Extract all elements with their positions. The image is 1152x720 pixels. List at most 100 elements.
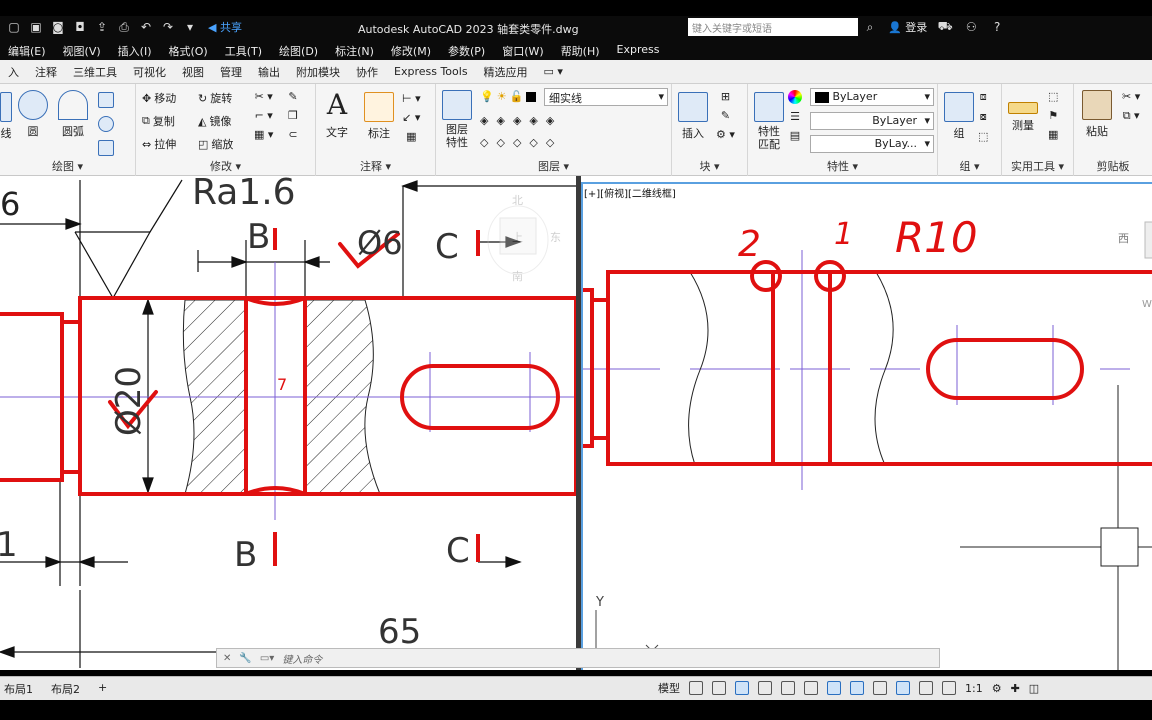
redo-icon[interactable]: ↷ [160,19,176,35]
ribbon-tab[interactable]: 可视化 [125,64,174,80]
object-snap-tracking-icon[interactable] [827,681,841,695]
circle-tool[interactable]: 圆 [18,90,48,139]
login-button[interactable]: 👤 登录 [888,19,927,35]
isolate-objects-icon[interactable]: ◫ [1029,682,1039,695]
modify-extra-tools[interactable]: ✎ ❒ ⊂ [288,90,298,141]
layer-tools-row1[interactable]: ◈ ◈ ◈ ◈ ◈ [480,114,554,127]
draw-panel-title[interactable]: 绘图 ▾ [0,158,135,174]
paste-button[interactable]: 粘贴 [1082,90,1112,139]
polar-tracking-icon[interactable] [781,681,795,695]
ribbon-tab[interactable]: 协作 [348,64,386,80]
menu-item[interactable]: 绘图(D) [271,40,327,60]
layout-tab-2[interactable]: 布局2 [51,681,80,697]
properties-panel-title[interactable]: 特性 ▾ [748,158,937,174]
ribbon-tab[interactable]: 入 [0,64,27,80]
rotate-tool[interactable]: ↻ 旋转 [198,90,232,106]
lineweight-dropdown[interactable]: ByLay... ▾ [810,135,934,153]
match-properties-button[interactable]: 特性 匹配 [754,92,784,151]
isodraft-icon[interactable] [804,681,818,695]
dimension-tool[interactable]: 标注 [364,92,394,141]
layer-tools-row2[interactable]: ◇ ◇ ◇ ◇ ◇ [480,136,554,149]
model-space-button[interactable]: 模型 [658,680,680,696]
save-icon[interactable]: ◙ [50,19,66,35]
ribbon-tab[interactable]: 输出 [250,64,288,80]
menu-item[interactable]: 修改(M) [383,40,440,60]
layer-dropdown[interactable]: 细实线 ▾ [544,88,668,106]
help-icon[interactable]: ? [989,19,1005,35]
infer-icon[interactable] [758,681,772,695]
menu-item[interactable]: 标注(N) [327,40,383,60]
copy-tool[interactable]: ⧉ 复制 [142,113,175,129]
ribbon-tab[interactable]: 管理 [212,64,250,80]
viewport-controls-label[interactable]: [+][俯视][二维线框] [584,185,676,200]
left-viewport[interactable]: 6 Ra1.6 B B C C Ø6 Ø20 65 1 7 北 上 东 南 [0,176,576,670]
utilities-more-tools[interactable]: ⬚ ⚑ ▦ [1048,90,1058,141]
clipboard-more-tools[interactable]: ✂ ▾ ⧉ ▾ [1122,90,1140,123]
ribbon-tab[interactable]: 视图 [174,64,212,80]
menu-item[interactable]: 窗口(W) [494,40,552,60]
menu-item[interactable]: 格式(O) [160,40,216,60]
new-file-icon[interactable]: ▢ [6,19,22,35]
stretch-tool[interactable]: ⇔ 拉伸 [142,136,176,152]
layout-tab-1[interactable]: 布局1 [4,681,33,697]
cart-icon[interactable]: ⛟ [937,19,953,35]
save-as-icon[interactable]: ◘ [72,19,88,35]
group-button[interactable]: 组 [944,92,974,141]
line-tool[interactable]: 线 [0,92,12,141]
ribbon-tab[interactable]: Express Tools [386,65,476,78]
tab-overflow-icon[interactable]: ▭ ▾ [536,65,571,78]
modify-panel-title[interactable]: 修改 ▾ [136,158,315,174]
qat-dropdown-icon[interactable]: ▾ [182,19,198,35]
command-input[interactable]: 键入命令 [282,651,322,666]
annotation-scale-icon[interactable] [942,681,956,695]
menu-item[interactable]: 视图(V) [55,40,110,60]
linetype-dropdown[interactable]: ByLayer ▾ [810,112,934,130]
modify-more-tools[interactable]: ✂ ▾ ⌐ ▾ ▦ ▾ [254,90,273,141]
search-input[interactable]: 键入关键字或短语 [688,18,858,36]
menu-item[interactable]: 工具(T) [217,40,271,60]
menu-item[interactable]: 参数(P) [440,40,494,60]
menu-item[interactable]: Express [609,40,669,60]
insert-block-button[interactable]: 插入 [678,92,708,141]
draw-more-tools[interactable] [98,92,114,156]
wrench-icon[interactable]: 🔧 [239,653,251,664]
ribbon-tab[interactable]: 附加模块 [288,64,348,80]
gear-icon[interactable]: ⚙ [992,682,1002,695]
open-icon[interactable]: ▣ [28,19,44,35]
annotation-panel-title[interactable]: 注释 ▾ [316,158,435,174]
layer-properties-button[interactable]: 图层 特性 [442,90,472,149]
move-tool[interactable]: ✥ 移动 [142,90,176,106]
object-snap-icon[interactable] [850,681,864,695]
annotation-more-tools[interactable]: ⊢ ▾ ↙ ▾ ▦ [402,92,421,143]
search-icon[interactable]: ⌕ [862,19,878,35]
ribbon-tab[interactable]: 精选应用 [476,64,536,80]
mirror-tool[interactable]: ◭ 镜像 [198,113,231,129]
annotation-visibility-icon[interactable] [896,681,910,695]
groups-panel-title[interactable]: 组 ▾ [938,158,1001,174]
menu-item[interactable]: 帮助(H) [553,40,609,60]
plus-icon[interactable]: ✚ [1011,682,1020,695]
block-more-tools[interactable]: ⊞ ✎ ⚙ ▾ [716,90,735,141]
command-history-icon[interactable]: ▭▾ [260,653,274,664]
import-icon[interactable]: ⇪ [94,19,110,35]
share-button[interactable]: ◀ 共享 [208,19,242,35]
clipboard-panel-title[interactable]: 剪贴板 [1074,158,1152,174]
menu-item[interactable]: 编辑(E) [0,40,55,60]
scale-tool[interactable]: ◰ 缩放 [198,136,233,152]
arc-tool[interactable]: 圆弧 [58,90,88,139]
group-more-tools[interactable]: ⧈ ⧇ ⬚ [978,90,988,143]
annotation-scale-value[interactable]: 1:1 [965,682,983,695]
menu-item[interactable]: 插入(I) [110,40,161,60]
auto-scale-icon[interactable] [919,681,933,695]
ribbon-tab[interactable]: 注释 [27,64,65,80]
snap-mode-icon[interactable] [712,681,726,695]
measure-button[interactable]: 测量 [1008,92,1038,133]
text-tool[interactable]: A 文字 [326,88,348,140]
lineweight-toggle-icon[interactable] [873,681,887,695]
ribbon-tab[interactable]: 三维工具 [65,64,125,80]
color-dropdown[interactable]: ByLayer ▾ [810,88,934,106]
ortho-icon[interactable] [735,681,749,695]
layers-panel-title[interactable]: 图层 ▾ [436,158,671,174]
utilities-panel-title[interactable]: 实用工具 ▾ [1002,158,1073,174]
grid-icon[interactable] [689,681,703,695]
